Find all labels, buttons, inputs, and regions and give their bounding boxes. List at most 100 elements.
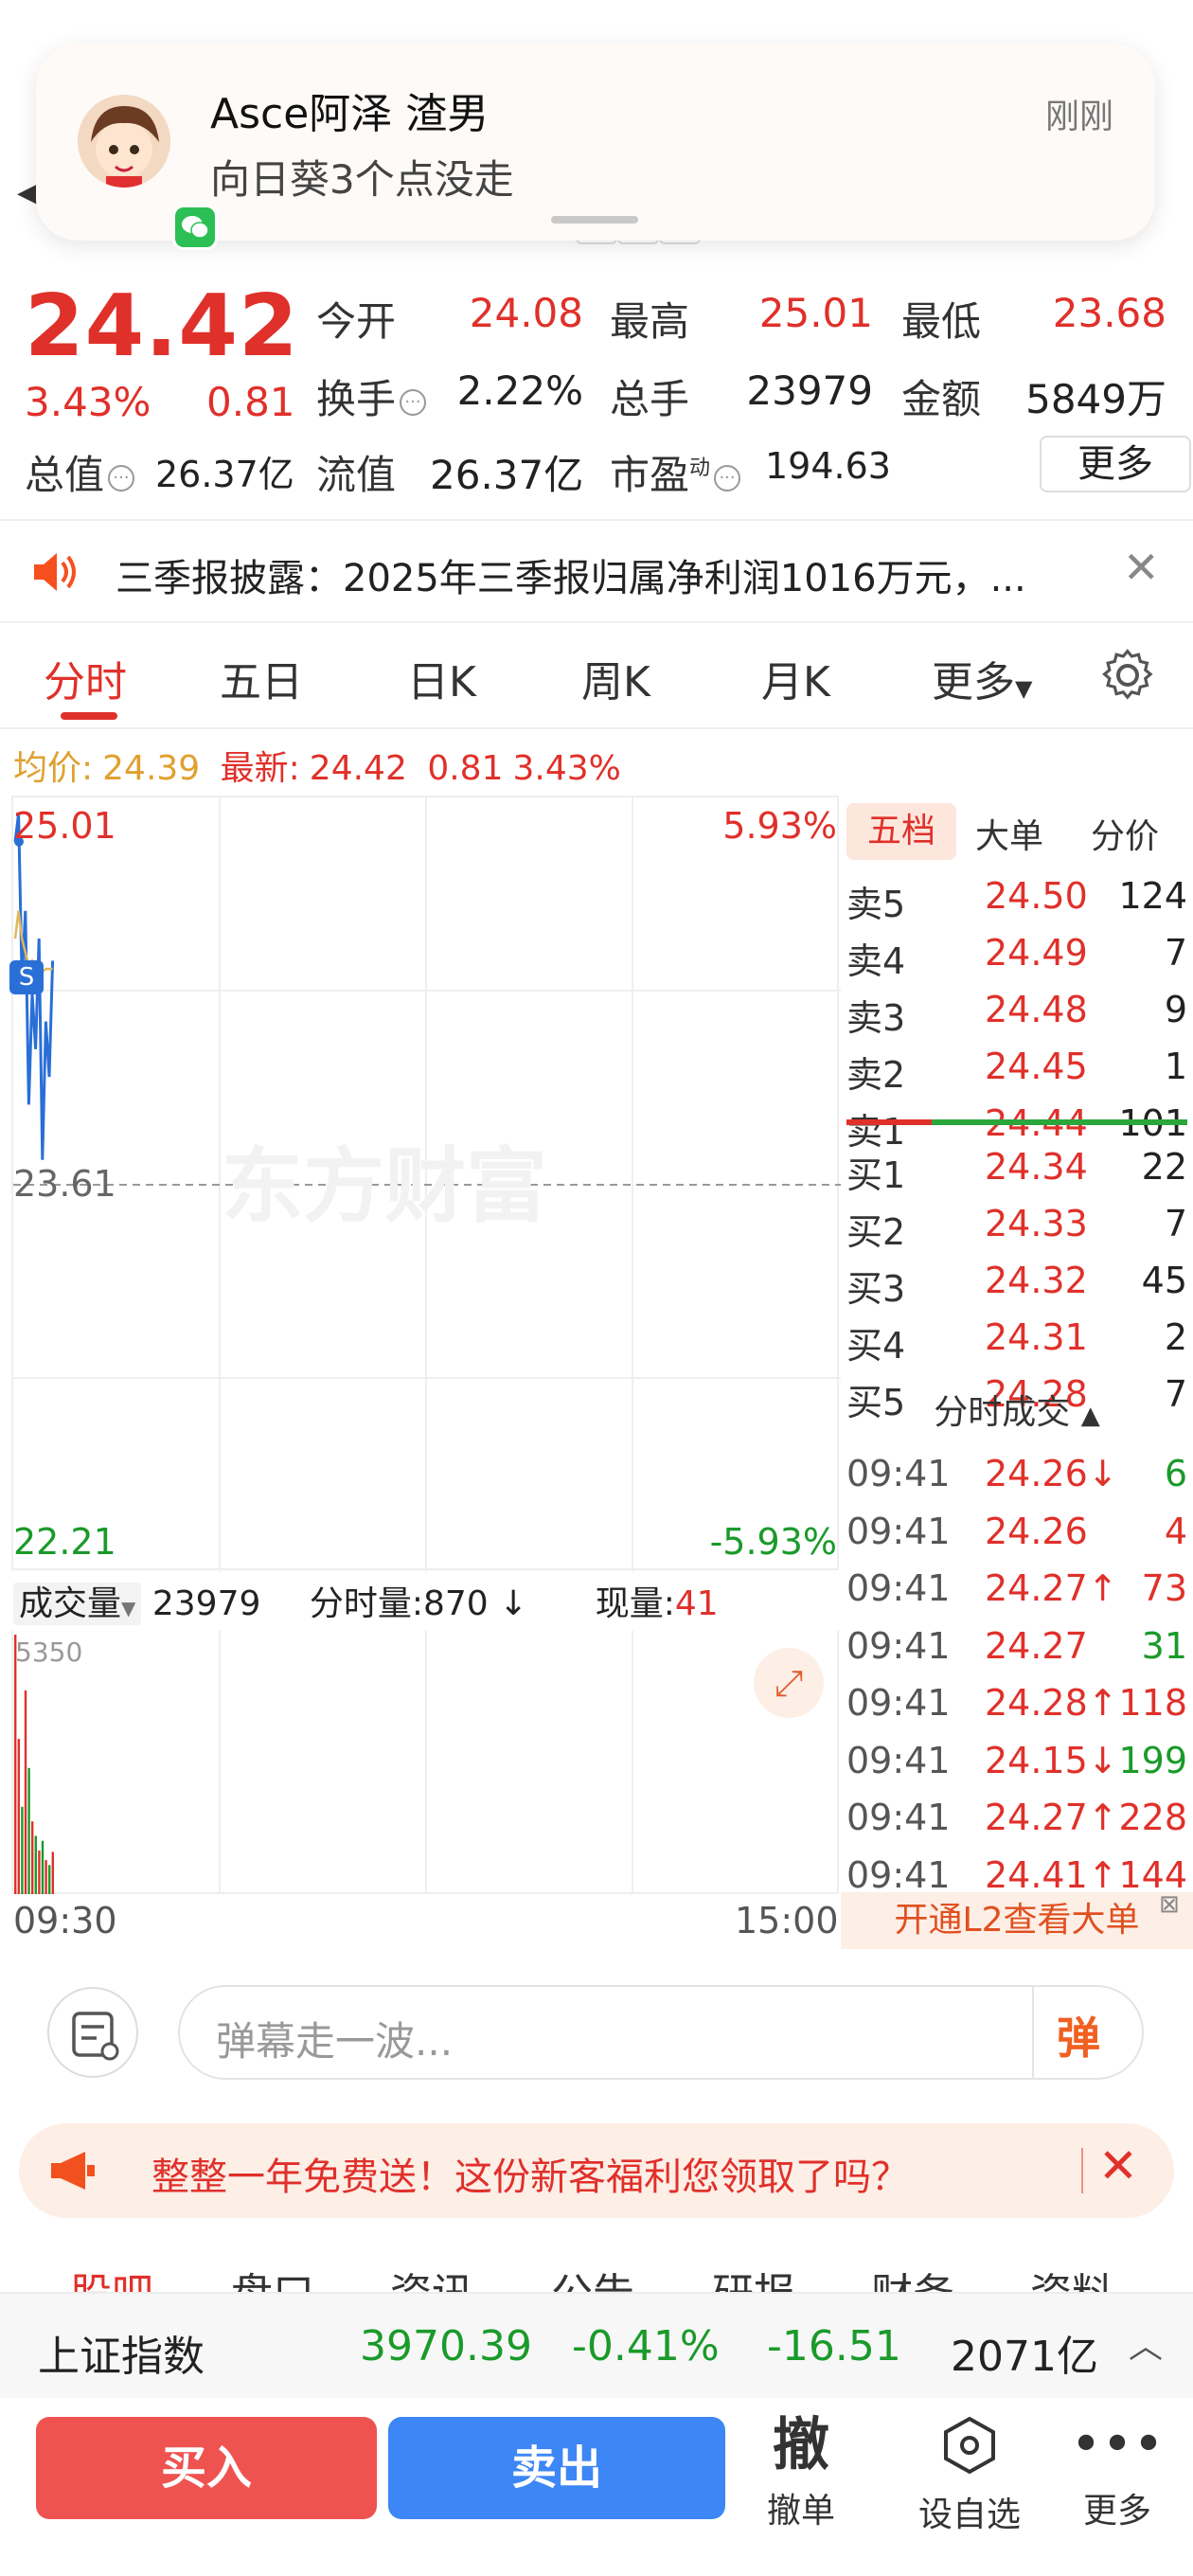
sub-tab-finance[interactable]: 财务 <box>871 2260 954 2292</box>
row-price: 24.26 <box>985 1510 1088 1552</box>
low-label: 最低 <box>901 298 982 345</box>
tab-price-dist[interactable]: 分价 <box>1091 809 1159 858</box>
row-label: 卖4 <box>846 940 906 982</box>
volume-chart[interactable]: 5350 ⤢ <box>11 1631 839 1894</box>
row-label: 卖5 <box>846 884 906 925</box>
row-price: 24.34 <box>985 1146 1088 1188</box>
row-label: 09:41 <box>846 1739 951 1781</box>
volume-bar <box>45 1860 47 1894</box>
triangle-up-icon: ▲ <box>1080 1402 1100 1430</box>
sell-level-row[interactable]: 卖4 24.49 7 <box>841 932 1193 982</box>
info-icon[interactable]: ··· <box>400 388 427 416</box>
buy-level-row[interactable]: 买1 24.34 22 <box>841 1146 1193 1196</box>
notification-message: 向日葵3个点没走 <box>210 156 514 203</box>
danmu-input[interactable]: 弹幕走一波... 弹 <box>178 1985 1144 2080</box>
amount-value: 5849万 <box>1025 376 1166 422</box>
row-label: 09:41 <box>846 1797 951 1838</box>
sub-tab-guba[interactable]: 股吧 <box>70 2260 153 2292</box>
chevron-up-icon[interactable]: ︿ <box>1129 2318 1163 2368</box>
danmu-send-button[interactable]: 弹 <box>1057 2004 1100 2066</box>
row-qty: 45 <box>1141 1260 1187 1301</box>
tick-row[interactable]: 09:41 24.26 4 <box>841 1511 1193 1560</box>
tick-row[interactable]: 09:41 24.27↑ 73 <box>841 1567 1193 1617</box>
sub-tab-profile[interactable]: 资料 <box>1030 2260 1113 2292</box>
tick-row[interactable]: 09:41 24.27↑ 228 <box>841 1797 1193 1846</box>
tick-row[interactable]: 09:41 24.26↓ 6 <box>841 1453 1193 1502</box>
tab-weekly-k[interactable]: 周K <box>581 648 650 708</box>
dropdown-icon: ▼ <box>1015 675 1033 702</box>
tick-row[interactable]: 09:41 24.28↑ 118 <box>841 1682 1193 1731</box>
row-price: 24.33 <box>985 1203 1088 1244</box>
danmu-settings-icon[interactable] <box>47 1987 138 2078</box>
chart-tabs: 分时 五日 日K 周K 月K 更多▼ <box>0 625 1193 729</box>
row-price: 24.28↑ <box>985 1682 1118 1724</box>
sell-level-row[interactable]: 卖2 24.45 1 <box>841 1046 1193 1096</box>
tab-big-orders[interactable]: 大单 <box>975 809 1043 858</box>
row-qty: 73 <box>1141 1567 1187 1609</box>
row-label: 买4 <box>846 1325 906 1367</box>
buy-level-row[interactable]: 买2 24.33 7 <box>841 1203 1193 1253</box>
sub-tab-research[interactable]: 研报 <box>712 2260 795 2292</box>
buy-level-row[interactable]: 买4 24.31 2 <box>841 1316 1193 1367</box>
expand-icon[interactable]: ⤢ <box>754 1648 824 1718</box>
ticks-title[interactable]: 分时成交 ▲ <box>841 1385 1193 1434</box>
tab-intraday[interactable]: 分时 <box>44 648 127 708</box>
float-value: 26.37亿 <box>430 452 584 498</box>
s-marker-icon[interactable]: S <box>9 960 44 994</box>
tick-row[interactable]: 09:41 24.15↓ 199 <box>841 1740 1193 1789</box>
notification-handle[interactable] <box>551 216 638 224</box>
row-label: 卖2 <box>846 1054 906 1096</box>
avatar <box>78 95 170 188</box>
close-l2-icon[interactable]: ⊠ <box>1159 1890 1180 1919</box>
l2-banner[interactable]: 开通L2查看大单 <box>841 1892 1193 1949</box>
settings-gear-icon[interactable] <box>1100 648 1155 703</box>
add-watchlist-button[interactable]: 设自选 <box>903 2415 1036 2536</box>
buy-level-row[interactable]: 买3 24.32 45 <box>841 1260 1193 1310</box>
sub-tab-notices[interactable]: 公告 <box>551 2260 634 2292</box>
tab-five-day[interactable]: 五日 <box>220 648 303 708</box>
low-value: 23.68 <box>1052 290 1166 336</box>
volume-selector[interactable]: 成交量▼ <box>13 1583 142 1625</box>
index-ticker-bar[interactable]: 上证指数 3970.39 -0.41% -16.51 2071亿 ︿ <box>0 2292 1193 2398</box>
sell-level-row[interactable]: 卖5 24.50 124 <box>841 875 1193 925</box>
tab-five-level[interactable]: 五档 <box>846 803 956 860</box>
close-promo-icon[interactable]: ✕ <box>1098 2138 1138 2193</box>
close-announcement-icon[interactable]: ✕ <box>1123 542 1160 593</box>
volume-bar <box>27 1767 30 1894</box>
price-summary: 均价: 24.39 最新: 24.42 0.81 3.43% <box>13 749 621 788</box>
high-value: 25.01 <box>758 290 873 336</box>
row-label: 09:41 <box>846 1453 951 1494</box>
tick-row[interactable]: 09:41 24.27 31 <box>841 1625 1193 1674</box>
active-tab-indicator <box>61 712 117 720</box>
info-icon[interactable]: ··· <box>714 464 741 492</box>
more-fields-button[interactable]: 更多 <box>1040 436 1191 492</box>
sell-button[interactable]: 卖出 <box>388 2417 725 2519</box>
sub-tab-pankou[interactable]: 盘口 <box>231 2260 314 2292</box>
row-qty: 2 <box>1164 1316 1187 1358</box>
row-price: 24.15↓ <box>985 1739 1118 1781</box>
promo-banner[interactable]: 整整一年免费送！这份新客福利您领取了吗？ ✕ <box>19 2123 1174 2218</box>
volume-bar <box>51 1852 54 1894</box>
info-icon[interactable]: ··· <box>108 464 135 492</box>
danmu-placeholder: 弹幕走一波... <box>216 2018 454 2065</box>
row-qty: 22 <box>1141 1146 1187 1188</box>
volume-bar <box>14 1635 17 1894</box>
tab-daily-k[interactable]: 日K <box>407 648 476 708</box>
sub-tab-news[interactable]: 资讯 <box>390 2260 473 2292</box>
chart-top-pct: 5.93% <box>722 805 837 847</box>
cancel-order-button[interactable]: 撤 撤单 <box>735 2415 867 2532</box>
buy-button[interactable]: 买入 <box>36 2417 377 2519</box>
sell-level-row[interactable]: 卖3 24.48 9 <box>841 989 1193 1039</box>
index-pct: -0.41% <box>572 2322 720 2370</box>
megaphone-icon <box>51 2152 95 2190</box>
announcement-bar[interactable]: 三季报披露：2025年三季报归属净利润1016万元，... ✕ <box>0 519 1193 623</box>
more-actions-button[interactable]: ••• 更多 <box>1051 2415 1184 2532</box>
intraday-chart[interactable]: 东方财富 25.01 5.93% 23.61 22.21 -5.93% S <box>9 796 841 1572</box>
sell-level-row[interactable]: 卖1 24.44 101 <box>841 1102 1193 1153</box>
tab-monthly-k[interactable]: 月K <box>761 648 830 708</box>
tab-more[interactable]: 更多▼ <box>932 648 1032 708</box>
open-label: 今开 <box>316 298 397 345</box>
chart-mid-price: 23.61 <box>13 1163 116 1205</box>
notification-banner[interactable]: Asce阿泽 渣男 向日葵3个点没走 刚刚 <box>36 44 1155 250</box>
mktcap-value: 26.37亿 <box>155 454 294 495</box>
